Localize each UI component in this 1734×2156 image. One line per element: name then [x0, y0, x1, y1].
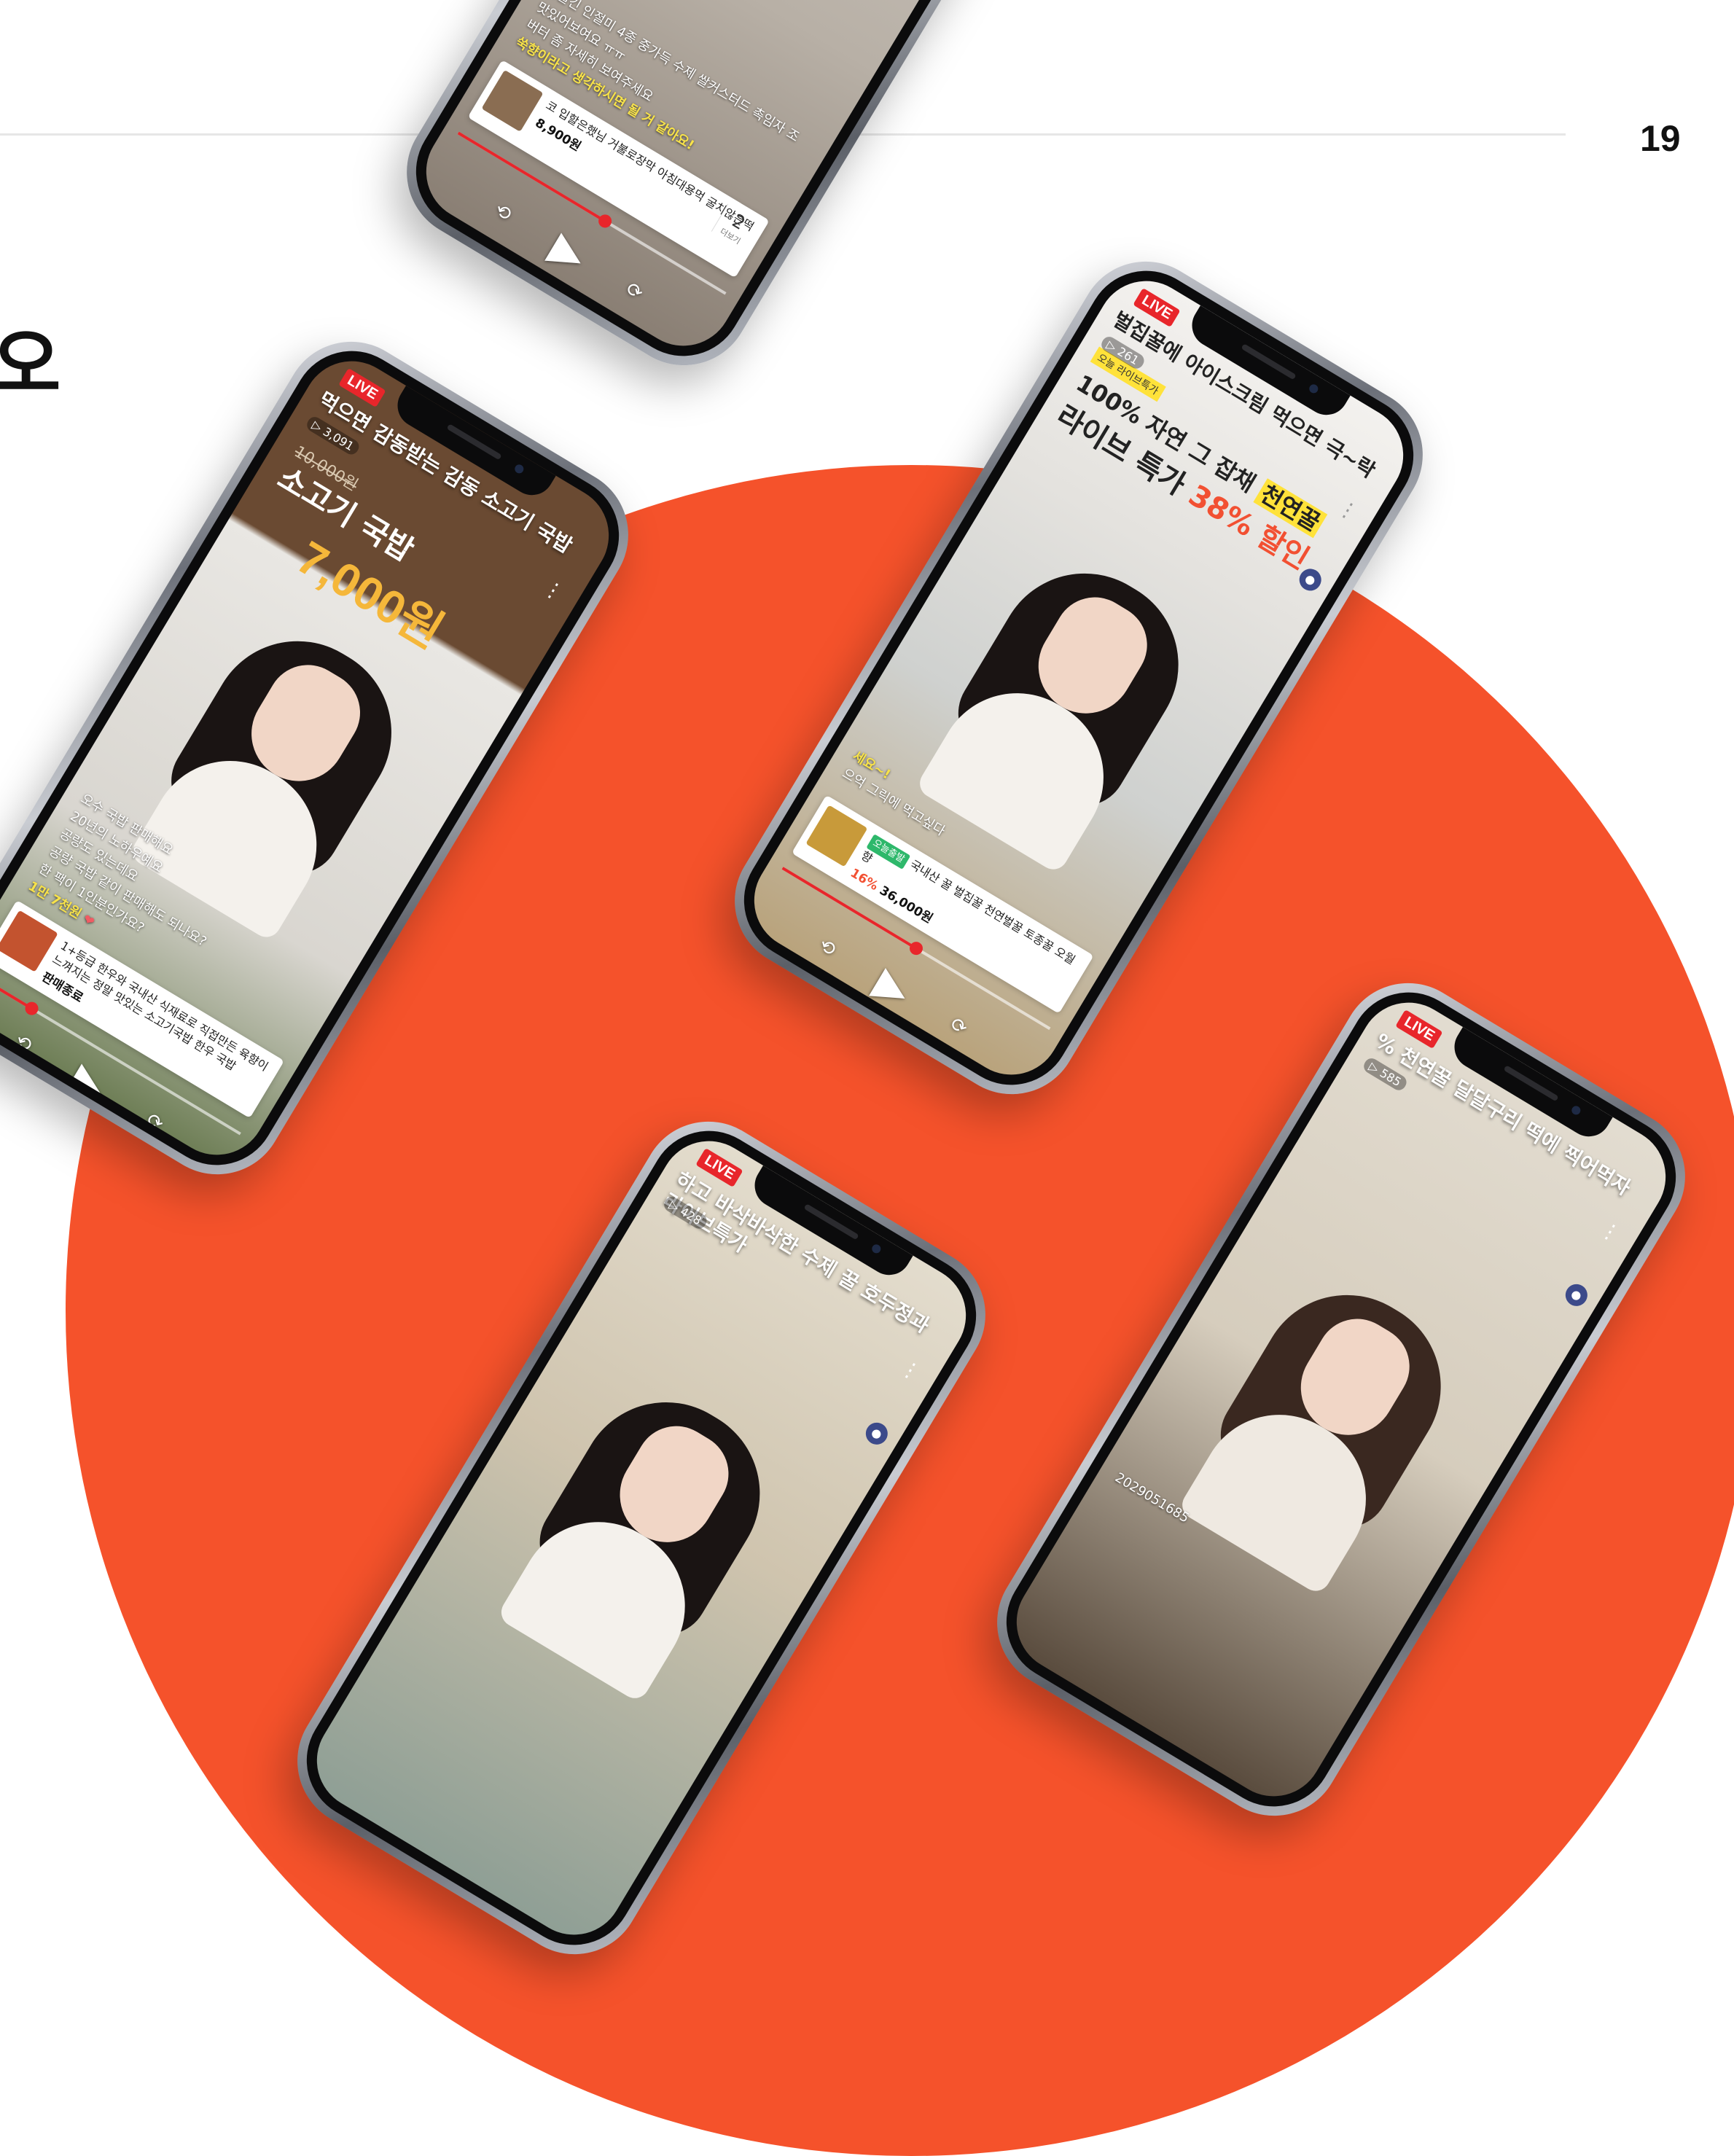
forward-10-icon[interactable]: ⟳ — [622, 278, 647, 305]
product-thumbnail — [805, 805, 868, 867]
product-thumbnail — [0, 910, 58, 972]
presenter — [1176, 1262, 1474, 1597]
forward-10-icon[interactable]: ⟳ — [946, 1013, 971, 1040]
progress-handle[interactable] — [23, 999, 42, 1018]
page-number: 19 — [1640, 118, 1681, 159]
heading-fragment: 오 — [0, 320, 61, 409]
presenter — [496, 1370, 793, 1704]
phone-mockup-kimbap: 돌굴긴 인절미 4종 중가득 수제 쌀커스터드 촉임자 조 맛있어보여요 ㅠㅠ … — [381, 0, 1120, 391]
chat-message: 2029051685 — [1112, 1469, 1192, 1526]
forward-10-icon[interactable]: ⟳ — [142, 1109, 167, 1136]
today-ship-badge: 오늘출발 — [866, 834, 911, 870]
progress-handle[interactable] — [907, 939, 926, 958]
profile-icon[interactable]: ● — [1561, 1280, 1592, 1311]
rewind-10-icon[interactable]: ⟲ — [11, 1030, 36, 1057]
live-screen: 돌굴긴 인절미 4종 중가득 수제 쌀커스터드 촉임자 조 맛있어보여요 ㅠㅠ … — [407, 0, 1094, 364]
rewind-10-icon[interactable]: ⟲ — [491, 199, 515, 226]
play-icon[interactable]: ▶ — [866, 958, 919, 1017]
play-icon[interactable]: ▶ — [542, 222, 595, 281]
chat-list: 2029051685 — [1111, 1468, 1193, 1528]
heart-icon: ❤ — [79, 911, 98, 931]
rewind-10-icon[interactable]: ⟲ — [815, 934, 840, 961]
more-options-icon[interactable]: ⋮ — [1596, 1216, 1625, 1247]
progress-handle[interactable] — [596, 212, 614, 230]
product-thumbnail — [481, 69, 544, 132]
profile-icon[interactable]: ● — [862, 1418, 892, 1449]
play-icon[interactable]: ▶ — [63, 1053, 116, 1112]
